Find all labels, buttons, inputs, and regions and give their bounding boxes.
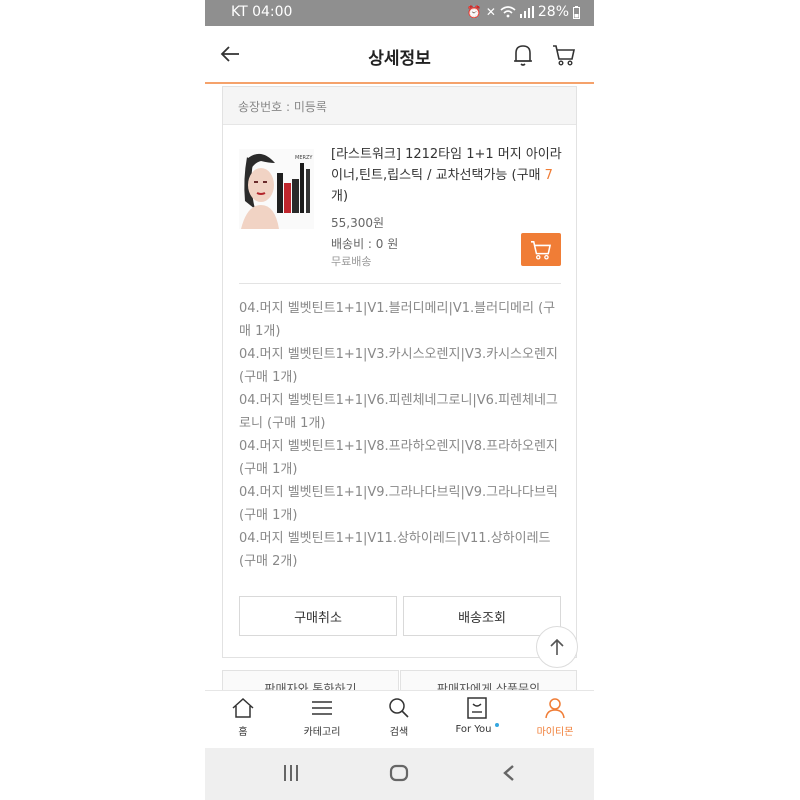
track-delivery-button[interactable]: 배송조회: [403, 596, 561, 636]
status-bar: KT 04:00 ⏰ ✕ 28%: [205, 0, 594, 26]
nav-label: 카테고리: [303, 727, 341, 738]
product-name-text: [라스트워크] 1212타임 1+1 머지 아이라이너,틴트,립스틱 / 교차선…: [331, 147, 562, 183]
carrier: KT: [231, 4, 248, 20]
svg-text:MERZY: MERZY: [295, 155, 313, 161]
nav-label: 홈: [238, 727, 248, 738]
product-name-end: 개): [331, 189, 349, 204]
page-title: 상세정보: [368, 49, 431, 69]
product-image[interactable]: MERZY: [239, 149, 314, 229]
search-icon: [389, 698, 409, 718]
invoice-row: 송장번호 : 미등록: [223, 87, 576, 125]
new-dot-icon: [494, 723, 499, 727]
mute-icon: ✕: [485, 5, 496, 19]
recent-apps-icon[interactable]: [282, 763, 300, 783]
cancel-purchase-button[interactable]: 구매취소: [239, 596, 397, 636]
order-card: 송장번호 : 미등록 MERZY [라스트워크] 1212타임 1+1 머지 아…: [222, 86, 577, 658]
ask-seller-button[interactable]: 판매자에게 상품문의: [400, 670, 577, 690]
option-item: 04.머지 벨벳틴트1+1|V3.카시스오렌지|V3.카시스오렌지 (구매 1개…: [239, 347, 558, 385]
option-item: 04.머지 벨벳틴트1+1|V9.그라나다브릭|V9.그라나다브릭 (구매 1개…: [239, 485, 558, 523]
invoice-number: 송장번호 : 미등록: [238, 100, 327, 114]
product-photo: MERZY: [239, 149, 314, 229]
cart-icon[interactable]: [552, 44, 576, 66]
nav-label: 마이티몬: [536, 727, 574, 738]
nav-for-you[interactable]: For You: [442, 697, 512, 735]
option-item: 04.머지 벨벳틴트1+1|V6.피렌체네그로니|V6.피렌체네그로니 (구매 …: [239, 393, 558, 431]
option-item: 04.머지 벨벳틴트1+1|V8.프라하오렌지|V8.프라하오렌지 (구매 1개…: [239, 439, 558, 477]
bottom-nav: 홈 카테고리 검색 For You 마이티몬: [205, 690, 594, 748]
system-nav-bar: [205, 748, 594, 800]
product-qty: 7: [544, 168, 553, 183]
status-right: ⏰ ✕ 28%: [467, 4, 580, 20]
add-to-cart-button[interactable]: [521, 233, 561, 266]
nav-label: For You: [442, 723, 512, 735]
arrow-up-icon: [550, 638, 564, 655]
home-button-icon[interactable]: [389, 763, 409, 783]
nav-category[interactable]: 카테고리: [287, 697, 357, 738]
status-carrier-time: KT 04:00: [231, 4, 292, 20]
call-seller-button[interactable]: 판매자와 통화하기: [222, 670, 399, 690]
person-icon: [545, 698, 565, 719]
option-item: 04.머지 벨벳틴트1+1|V11.상하이레드|V11.상하이레드 (구매 2개…: [239, 531, 551, 569]
cart-icon: [531, 240, 552, 260]
nav-home[interactable]: 홈: [208, 697, 278, 738]
shipping-type: 무료배송: [331, 255, 372, 268]
nav-label-text: For You: [455, 724, 492, 735]
product-name[interactable]: [라스트워크] 1212타임 1+1 머지 아이라이너,틴트,립스틱 / 교차선…: [331, 144, 566, 207]
divider: [239, 283, 561, 284]
phone-screen: KT 04:00 ⏰ ✕ 28% 상세정보 송장번호 : 미등록 MERZY […: [205, 0, 594, 800]
signal-icon: [519, 6, 534, 18]
battery-level: 28%: [537, 4, 569, 20]
battery-icon: [573, 5, 580, 19]
option-item: 04.머지 벨벳틴트1+1|V1.블러디메리|V1.블러디메리 (구매 1개): [239, 301, 556, 339]
clock: 04:00: [252, 4, 293, 20]
option-list: 04.머지 벨벳틴트1+1|V1.블러디메리|V1.블러디메리 (구매 1개) …: [239, 297, 564, 573]
nav-label: 검색: [389, 727, 409, 738]
product-price: 55,300원: [331, 216, 385, 230]
home-icon: [232, 697, 254, 718]
for-you-icon: [467, 697, 487, 719]
nav-search[interactable]: 검색: [364, 697, 434, 738]
scroll-top-button[interactable]: [536, 626, 578, 668]
menu-icon: [312, 701, 332, 715]
wifi-icon: [500, 6, 516, 18]
app-header: 상세정보: [205, 26, 594, 84]
system-back-icon[interactable]: [501, 763, 517, 783]
alarm-icon: ⏰: [466, 5, 482, 19]
nav-my-tmon[interactable]: 마이티몬: [520, 697, 590, 738]
shipping-fee: 배송비 : 0 원: [331, 237, 399, 251]
bell-icon[interactable]: [512, 43, 534, 67]
order-detail-content[interactable]: 송장번호 : 미등록 MERZY [라스트워크] 1212타임 1+1 머지 아…: [205, 86, 594, 690]
